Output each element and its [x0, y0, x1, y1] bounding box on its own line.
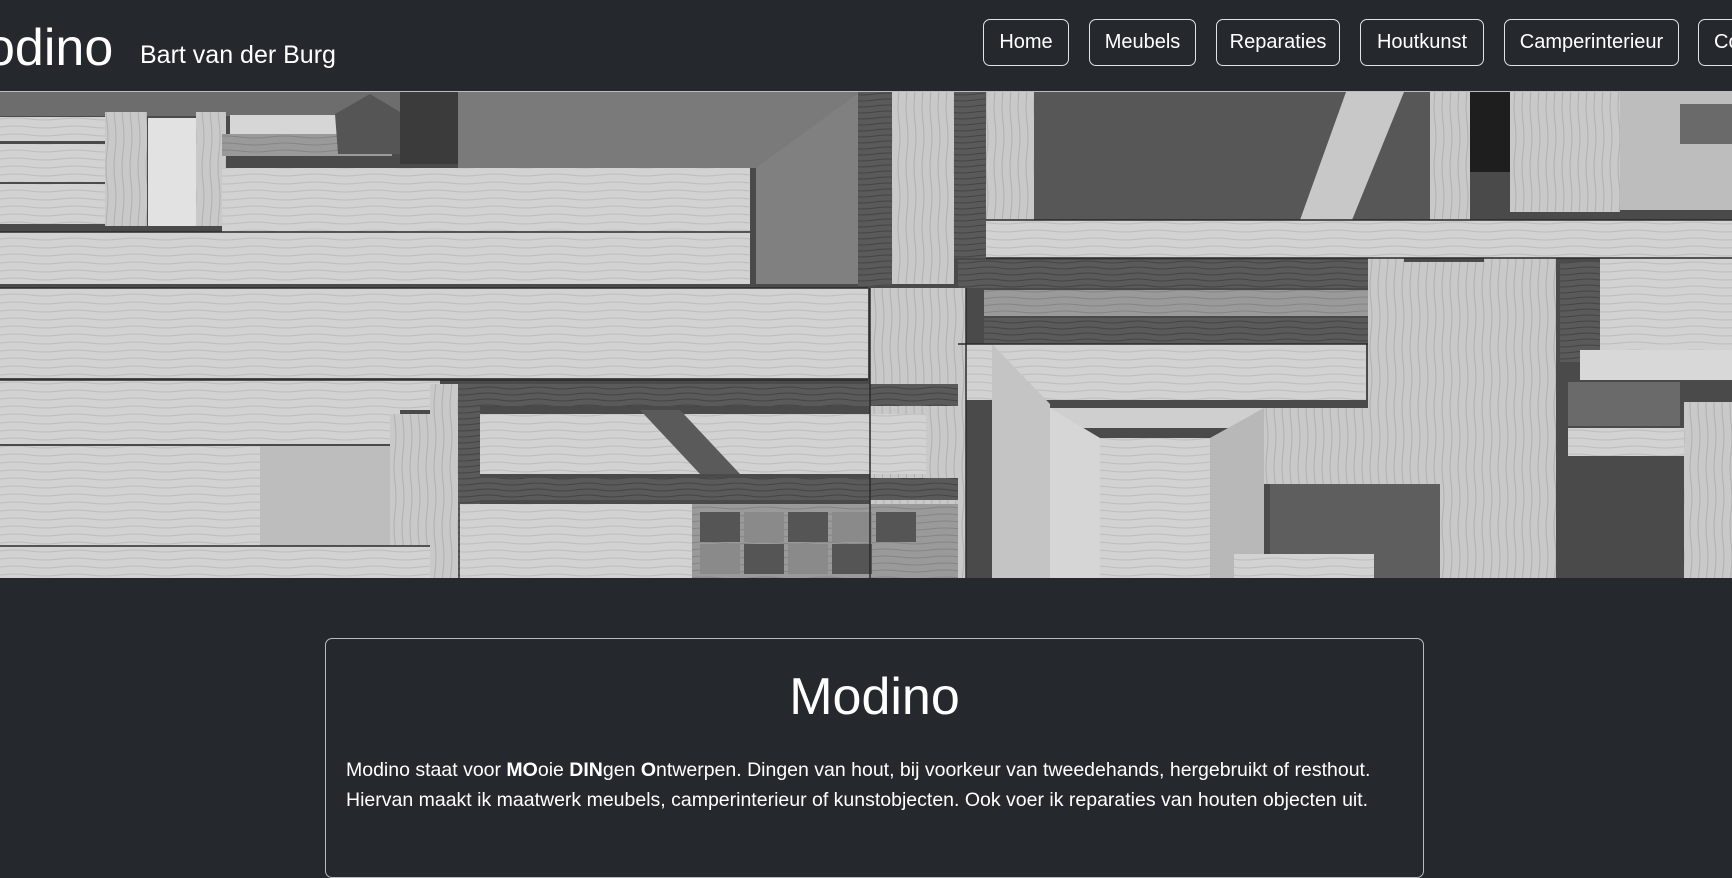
wood-assemblage-image: [0, 92, 1732, 578]
nav-camperinterieur-button[interactable]: Camperinterieur: [1504, 19, 1679, 66]
nav-links: Home Meubels Reparaties Houtkunst Camper…: [0, 19, 1732, 66]
hero-wood-image: [0, 92, 1732, 578]
intro-text-part: gen: [602, 759, 641, 781]
intro-text-part: oie: [537, 759, 570, 781]
intro-text-part: Modino staat voor: [346, 759, 507, 781]
nav-home-button[interactable]: Home: [983, 19, 1069, 66]
navbar: odino Bart van der Burg Home Meubels Rep…: [0, 0, 1732, 92]
nav-contact-button[interactable]: Co: [1698, 19, 1732, 66]
intro-title: Modino: [789, 668, 960, 726]
intro-text: Modino staat voor MOoie DINgen Ontwerpen…: [346, 755, 1386, 815]
intro-card: Modino Modino staat voor MOoie DINgen On…: [325, 638, 1424, 878]
nav-houtkunst-button[interactable]: Houtkunst: [1360, 19, 1484, 66]
intro-text-bold: DIN: [569, 759, 603, 781]
intro-text-bold: MO: [506, 759, 538, 781]
nav-meubels-button[interactable]: Meubels: [1089, 19, 1196, 66]
nav-reparaties-button[interactable]: Reparaties: [1216, 19, 1340, 66]
intro-text-bold: O: [640, 759, 657, 781]
